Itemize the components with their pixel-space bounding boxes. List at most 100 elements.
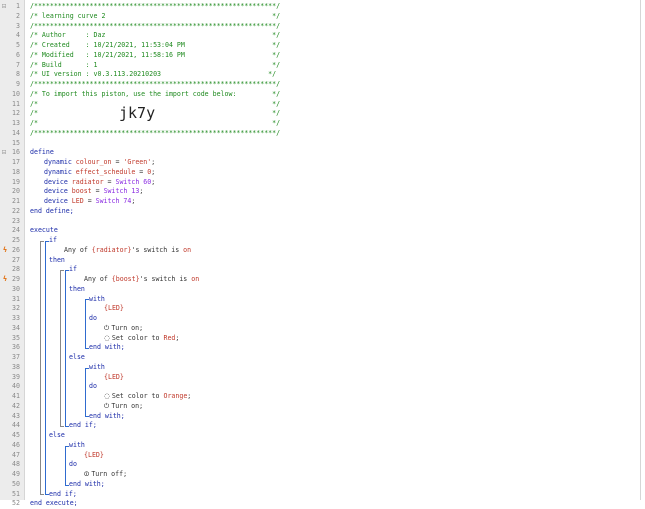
line-number: 7 bbox=[16, 60, 20, 69]
code-token: ; bbox=[139, 187, 144, 196]
line-number: 31 bbox=[12, 294, 20, 303]
block-guide-tick bbox=[60, 270, 64, 272]
code-token: else bbox=[49, 431, 65, 439]
line-number: 11 bbox=[12, 99, 20, 108]
code-token: do bbox=[89, 314, 97, 322]
variable-name: effect_schedule bbox=[75, 167, 136, 176]
comment-text: /* learning curve 2 */ bbox=[30, 11, 281, 20]
block-guide-tick bbox=[85, 348, 89, 350]
block-guide bbox=[60, 270, 61, 427]
code-token: {LED} bbox=[84, 450, 104, 459]
block-guide-tick bbox=[65, 270, 69, 272]
code-token: then bbox=[69, 284, 85, 293]
code-token: ; bbox=[187, 392, 192, 400]
code-token: {boost} bbox=[111, 275, 140, 283]
block-guide-tick bbox=[65, 426, 69, 428]
action-set-orange: ◌ Set color to Orange; bbox=[104, 392, 191, 402]
declaration-type: dynamic bbox=[44, 167, 76, 176]
line-number: 12 bbox=[12, 109, 20, 118]
header-comment-line: /***************************************… bbox=[30, 129, 280, 139]
code-token: with bbox=[89, 294, 105, 303]
code-token: Turn off; bbox=[91, 470, 128, 478]
block-guide-tick bbox=[45, 494, 49, 496]
code-token: ; bbox=[151, 158, 156, 166]
code-token: ; bbox=[151, 167, 156, 176]
else-keyword: else bbox=[49, 431, 65, 441]
comment-text: /* Modified : 10/21/2021, 11:58:16 PM */ bbox=[30, 50, 281, 59]
comment-text: /* Build : 1 */ bbox=[30, 60, 281, 69]
code-token: execute bbox=[30, 226, 58, 235]
block-guide-tick bbox=[65, 484, 69, 486]
define-keyword: define bbox=[30, 148, 54, 158]
code-token: {LED} bbox=[104, 372, 124, 381]
line-number: 8 bbox=[16, 70, 20, 79]
line-number: 38 bbox=[12, 362, 20, 371]
with-keyword: with bbox=[89, 295, 105, 305]
minus-square-icon[interactable]: ⊟ bbox=[1, 2, 7, 12]
line-number: 52 bbox=[12, 499, 20, 508]
led-ref: {LED} bbox=[104, 373, 124, 383]
code-token: 's bbox=[131, 245, 144, 254]
code-token: end with; bbox=[89, 411, 125, 420]
keyword-define: define bbox=[30, 148, 54, 157]
block-guide bbox=[85, 299, 86, 349]
code-token: if bbox=[69, 265, 77, 274]
code-token: is bbox=[167, 245, 184, 254]
header-comment-line: /* learning curve 2 */ bbox=[30, 12, 280, 22]
if-keyword: if bbox=[49, 236, 57, 246]
code-token: ; bbox=[151, 177, 156, 186]
header-comment-line: /* Created : 10/21/2021, 11:53:04 PM */ bbox=[30, 41, 280, 51]
line-number: 48 bbox=[12, 460, 20, 469]
block-guide-tick bbox=[45, 240, 49, 242]
end-execute: end execute; bbox=[30, 499, 78, 509]
line-number: 50 bbox=[12, 479, 20, 488]
lightning-icon[interactable]: ϟ bbox=[2, 246, 8, 256]
variable-value: 'Green' bbox=[123, 158, 152, 166]
minus-square-icon[interactable]: ⊟ bbox=[1, 148, 7, 158]
lightning-icon[interactable]: ϟ bbox=[2, 275, 8, 285]
line-number: 44 bbox=[12, 421, 20, 430]
line-number: 41 bbox=[12, 392, 20, 400]
line-number: 22 bbox=[12, 206, 20, 215]
if-keyword-nested: if bbox=[69, 265, 77, 275]
line-number: 9 bbox=[16, 80, 20, 88]
then-keyword-nested: then bbox=[69, 285, 85, 295]
code-token: switch bbox=[151, 275, 176, 283]
line-number: 2 bbox=[16, 11, 20, 20]
line-number: 14 bbox=[12, 128, 20, 137]
block-guide bbox=[65, 270, 66, 427]
code-token: else bbox=[69, 353, 85, 361]
comment-text: /* To import this piston, use the import… bbox=[30, 89, 281, 98]
block-guide-tick bbox=[85, 416, 89, 418]
comment-text: /***************************************… bbox=[30, 128, 281, 137]
end-with: end with; bbox=[89, 412, 125, 422]
block-guide-tick bbox=[40, 240, 44, 242]
header-comment-line: /* Build : 1 */ bbox=[30, 61, 280, 71]
variable-value: Switch 60 bbox=[115, 177, 152, 186]
variable-value: Switch 13 bbox=[103, 187, 140, 196]
line-number: 19 bbox=[12, 177, 20, 186]
line-number: 17 bbox=[12, 158, 20, 166]
line-number: 35 bbox=[12, 333, 20, 342]
code-token: ; bbox=[131, 197, 136, 205]
line-number: 18 bbox=[12, 167, 20, 176]
line-number: 43 bbox=[12, 411, 20, 420]
header-comment-line: /* To import this piston, use the import… bbox=[30, 90, 280, 100]
variable-name: boost bbox=[71, 187, 92, 196]
line-number: 33 bbox=[12, 314, 20, 322]
define-radiator: device radiator = Switch 60; bbox=[44, 178, 155, 188]
define-boost: device boost = Switch 13; bbox=[44, 187, 143, 197]
define-colour-on: dynamic colour_on = 'Green'; bbox=[44, 158, 155, 168]
code-token: is bbox=[175, 275, 192, 283]
action-turn-off: ⏼ Turn off; bbox=[84, 470, 127, 480]
line-number: 32 bbox=[12, 304, 20, 313]
line-number-gutter: 1 2 3 4 5 6 7 8 9 10 11 12 13 14 15 16 17 18 19 20 21 22 23 24 2… bbox=[0, 0, 25, 507]
code-token: Orange bbox=[163, 392, 188, 400]
code-token: {radiator} bbox=[91, 245, 132, 254]
code-token: do bbox=[89, 382, 97, 391]
line-number: 20 bbox=[12, 187, 20, 196]
line-number: 10 bbox=[12, 89, 20, 98]
block-guide-tick bbox=[85, 367, 89, 369]
line-number: 37 bbox=[12, 353, 20, 361]
line-number: 51 bbox=[12, 489, 20, 498]
